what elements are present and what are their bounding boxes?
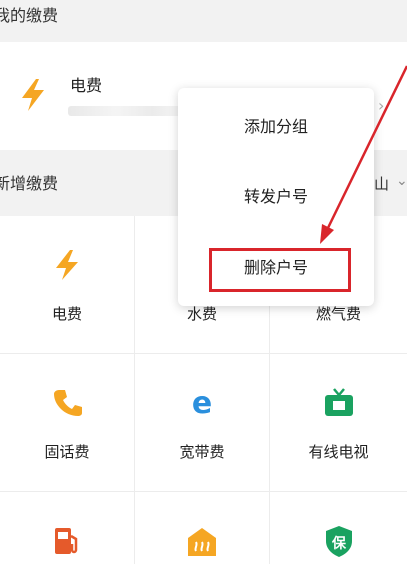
grid-item-landline[interactable]: 固话费 xyxy=(0,354,135,492)
chevron-right-icon: › xyxy=(378,96,385,115)
grid-item-broadband[interactable]: e 宽带费 xyxy=(135,354,270,492)
tv-icon xyxy=(324,388,353,416)
menu-item-add-group[interactable]: 添加分组 xyxy=(178,107,374,147)
my-bills-title: 我的缴费 xyxy=(0,6,59,25)
location-selector[interactable]: 山 xyxy=(374,173,389,194)
grid-item-label: 水费 xyxy=(186,305,217,323)
lightning-icon xyxy=(22,79,44,111)
grid-item-cable-tv[interactable]: 有线电视 xyxy=(270,354,407,492)
menu-item-forward-account[interactable]: 转发户号 xyxy=(178,177,374,217)
account-number-blurred xyxy=(68,106,188,116)
menu-item-delete-account[interactable]: 删除户号 xyxy=(178,248,374,288)
card-options-menu: 添加分组 转发户号 删除户号 xyxy=(178,88,374,306)
my-bills-header: 我的缴费 xyxy=(0,0,407,42)
bill-card-title: 电费 xyxy=(70,76,103,95)
grid-item-label: 固话费 xyxy=(44,443,90,461)
insurance-glyph: 保 xyxy=(331,535,347,552)
gas-station-icon xyxy=(55,528,78,554)
grid-item-fuel[interactable] xyxy=(0,492,135,564)
grid-item-label: 宽带费 xyxy=(179,443,225,461)
grid-item-label: 燃气费 xyxy=(315,305,361,323)
heating-icon xyxy=(188,528,216,556)
svg-text:e: e xyxy=(192,386,212,420)
chevron-down-icon[interactable]: ⌄ xyxy=(396,173,407,189)
grid-item-label: 有线电视 xyxy=(308,443,369,461)
phone-icon xyxy=(54,390,82,416)
lightning-icon xyxy=(56,250,78,280)
grid-item-insurance[interactable]: 保 xyxy=(270,492,407,564)
grid-item-electricity[interactable]: 电费 xyxy=(0,216,135,354)
insurance-shield-icon: 保 xyxy=(325,526,352,557)
new-bill-title: 新增缴费 xyxy=(0,174,59,193)
grid-item-label: 电费 xyxy=(51,305,82,323)
grid-item-heating[interactable] xyxy=(135,492,270,564)
broadband-e-icon: e xyxy=(192,386,212,420)
